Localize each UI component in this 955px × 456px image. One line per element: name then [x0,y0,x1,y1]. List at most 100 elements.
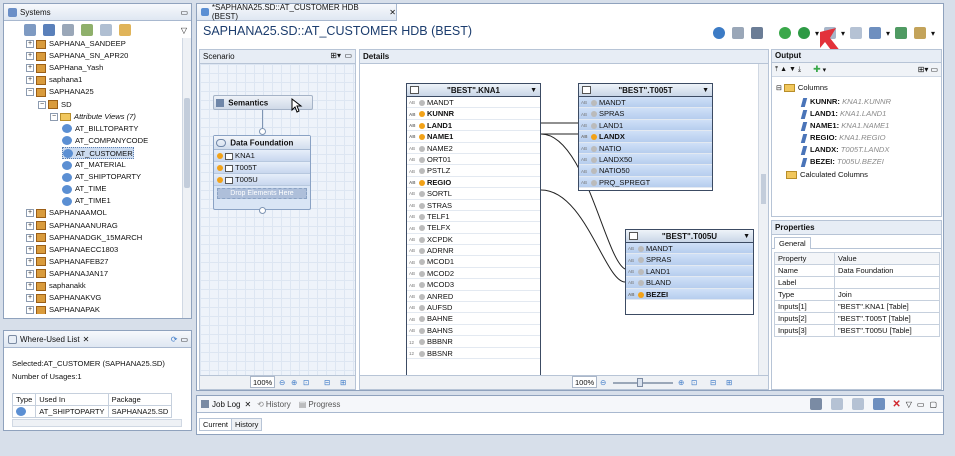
move-down-icon[interactable]: ▼ [789,66,796,73]
property-value[interactable]: "BEST".T005U [Table] [834,324,940,337]
clear-icon[interactable] [810,398,823,410]
fit-icon[interactable]: ⊡ [303,376,309,389]
property-value[interactable]: Data Foundation [834,264,940,277]
df-table-item[interactable]: T005T [214,162,310,174]
tree-item[interactable]: + SAPHANAECC1803 [26,244,118,256]
field-row[interactable]: 12 BBBNR [407,336,540,348]
field-row[interactable]: AB STRAS [407,200,540,211]
field-select-icon[interactable] [419,134,425,141]
table-menu-icon[interactable]: ▼ [702,84,709,97]
field-row[interactable]: 12 BBSNR [407,348,540,359]
field-row[interactable]: AB MCOD3 [407,279,540,291]
move-last-icon[interactable]: ⤓ [798,66,801,74]
table-row[interactable]: Name Data Foundation [774,264,940,277]
close-tab-icon[interactable]: ✕ [389,8,396,17]
view-menu-icon[interactable]: ⊞▾ [918,65,929,74]
field-row[interactable]: AB LANDX50 [579,153,712,166]
field-row[interactable]: AB REGIO [407,177,540,189]
output-item[interactable]: REGIO: KNA1.REGIO [800,132,886,144]
field-select-icon[interactable] [419,350,425,357]
output-item[interactable]: KUNNR: KNA1.KUNNR [800,96,891,108]
sync-icon[interactable] [873,398,886,410]
expand-icon[interactable]: − [38,100,46,109]
zoom-in-icon[interactable]: ⊕ [291,376,297,389]
tab-history[interactable]: History [266,400,291,409]
tree-item[interactable]: − SAPHANA25 [26,86,94,98]
zoom-out-icon[interactable]: ⊖ [279,376,285,389]
field-row[interactable]: AB LAND1 [579,119,712,132]
field-select-icon[interactable] [591,134,597,141]
df-table-item[interactable]: KNA1 [214,150,310,162]
remove-icon[interactable]: ✕ [892,399,900,410]
collapse-icon[interactable] [100,24,112,36]
semantics-node[interactable]: Semantics [213,95,313,113]
expand-icon[interactable]: + [26,269,34,278]
property-value[interactable]: "BEST".KNA1 [Table] [834,300,940,313]
add-dropdown-icon[interactable]: ▾ [823,66,827,74]
expand-icon[interactable]: + [26,257,34,266]
tree-item[interactable]: AT_MATERIAL [62,159,126,171]
output-item[interactable]: LANDX: T005T.LANDX [800,144,889,156]
field-select-icon[interactable] [591,100,597,107]
field-row[interactable]: AB NAME2 [407,143,540,154]
field-select-icon[interactable] [591,179,597,186]
add-system-icon[interactable] [24,24,36,36]
expand-icon[interactable]: + [26,221,34,230]
minimize-icon[interactable]: ▭ [180,335,188,344]
tree-item[interactable]: + SAPHANAJAN17 [26,268,108,280]
field-select-icon[interactable] [591,111,597,118]
field-select-icon[interactable] [638,291,644,298]
field-select-icon[interactable] [591,156,597,163]
tree-item[interactable]: + SAPHANA_SN_APR20 [26,50,128,62]
sql-console-icon[interactable] [43,24,55,36]
where-used-tab[interactable]: Where-Used List ✕ ⟳ ▭ [4,331,191,348]
move-first-icon[interactable]: ⤒ [775,66,778,74]
minimize-icon[interactable]: ▭ [930,65,938,74]
field-row[interactable]: AB TELF1 [407,211,540,223]
tree-item[interactable]: + SAPHANAFEB27 [26,256,109,268]
field-select-icon[interactable] [638,257,644,264]
field-select-icon[interactable] [419,305,425,312]
field-row[interactable]: AB MANDT [579,97,712,109]
field-select-icon[interactable] [419,327,425,334]
tree-item[interactable]: − Attribute Views (7) [50,111,136,123]
expand-icon[interactable]: + [26,52,34,61]
field-select-icon[interactable] [419,202,425,209]
tab-progress[interactable]: Progress [308,400,340,409]
systems-scrollbar[interactable] [182,38,191,318]
field-select-icon[interactable] [419,213,425,220]
field-row[interactable]: AB ORT01 [407,154,540,166]
layout-dropdown-icon[interactable]: ▾ [886,29,890,38]
table-row[interactable]: Inputs[1] "BEST".KNA1 [Table] [774,300,940,313]
field-row[interactable]: AB XCPDK [407,234,540,246]
field-select-icon[interactable] [419,225,425,232]
export-icon[interactable] [894,27,907,39]
scenario-canvas[interactable]: Semantics Data Foundation KNA1 T005T T005U… [200,64,355,376]
scenario-zoom-value[interactable]: 100% [250,376,276,388]
scroll-thumb[interactable] [761,174,766,204]
move-up-icon[interactable]: ▲ [780,66,787,73]
table-kna1[interactable]: "BEST".KNA1 ▼ AB MANDT AB KUNNR AB LAND1 AB NAME… [406,83,541,376]
df-table-item[interactable]: T005U [214,174,310,186]
expand-icon[interactable]: + [26,245,34,254]
field-select-icon[interactable] [419,248,425,255]
settings-dropdown-icon[interactable]: ▾ [931,29,935,38]
field-row[interactable]: AB PSTLZ [407,165,540,177]
fit-icon[interactable]: ⊡ [691,376,697,389]
tree-item[interactable]: AT_BILLTOPARTY [62,123,138,135]
table-row[interactable]: Label [774,276,940,289]
drop-zone[interactable]: Drop Elements Here [217,188,307,199]
field-select-icon[interactable] [419,191,425,198]
field-row[interactable]: AB ANRED [407,291,540,303]
minimize-icon[interactable]: ▭ [917,400,925,409]
expand-icon[interactable]: + [26,306,34,314]
table-t005u[interactable]: "BEST".T005U ▼ AB MANDT AB SPRAS AB LAND1 AB BLA… [625,229,754,315]
subtab-history[interactable]: History [232,418,263,431]
field-select-icon[interactable] [419,293,425,300]
zoom-out-icon[interactable]: ⊖ [600,376,606,389]
field-row[interactable]: AB BLAND [626,277,753,289]
output-item[interactable]: NAME1: KNA1.NAME1 [800,120,889,132]
field-row[interactable]: AB NAME1 [407,131,540,143]
field-row[interactable]: AB SPRAS [579,108,712,120]
property-value[interactable]: Join [834,288,940,301]
